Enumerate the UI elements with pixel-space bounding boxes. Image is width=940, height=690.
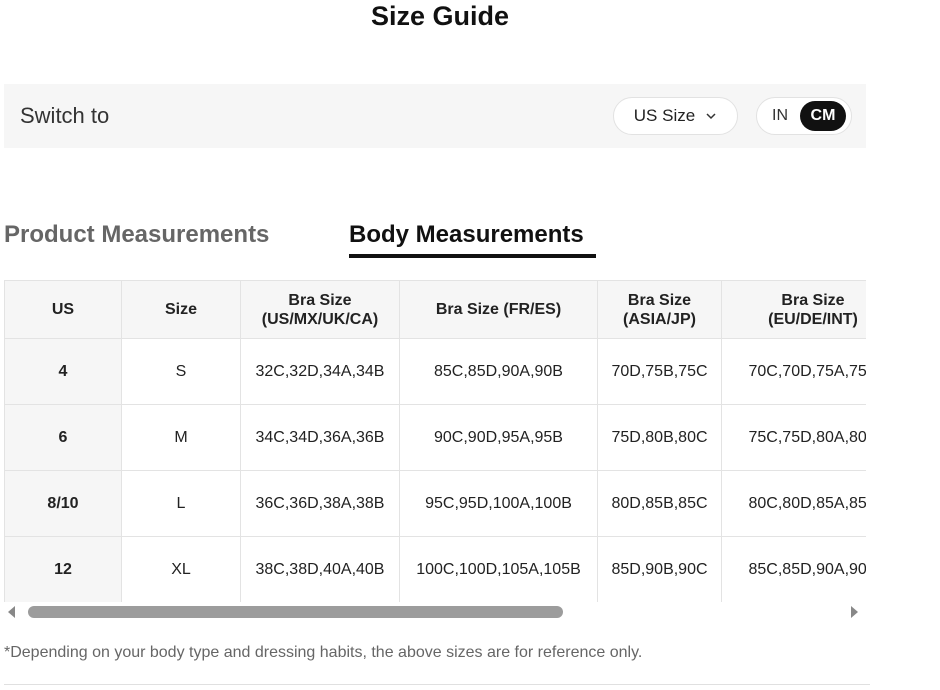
scrollbar-thumb[interactable]	[28, 606, 563, 618]
horizontal-scrollbar[interactable]	[4, 603, 866, 621]
page-title: Size Guide	[370, 1, 510, 31]
cell-size: M	[121, 404, 241, 471]
unit-cm-option[interactable]: CM	[800, 101, 846, 131]
divider	[4, 684, 870, 685]
chevron-down-icon	[706, 113, 716, 120]
cell-size: S	[121, 338, 241, 405]
header-us: US	[4, 280, 122, 339]
cell-bra-eu: 80C,80D,85A,85B	[721, 470, 866, 537]
cell-bra-asia: 80D,85B,85C	[597, 470, 722, 537]
cell-us: 4	[4, 338, 122, 405]
active-tab-underline	[349, 254, 596, 258]
cell-bra-us: 34C,34D,36A,36B	[240, 404, 400, 471]
cell-bra-fr: 95C,95D,100A,100B	[399, 470, 598, 537]
cell-us: 12	[4, 536, 122, 602]
cell-bra-fr: 100C,100D,105A,105B	[399, 536, 598, 602]
cell-bra-eu: 70C,70D,75A,75B	[721, 338, 866, 405]
unit-toggle[interactable]: IN CM	[756, 97, 852, 135]
cell-bra-asia: 70D,75B,75C	[597, 338, 722, 405]
table-header-row: US Size Bra Size (US/MX/UK/CA) Bra Size (…	[4, 280, 866, 339]
tab-product-measurements[interactable]: Product Measurements	[4, 218, 269, 252]
cell-bra-fr: 90C,90D,95A,95B	[399, 404, 598, 471]
size-system-select[interactable]: US Size	[613, 97, 738, 135]
cell-bra-us: 38C,38D,40A,40B	[240, 536, 400, 602]
switch-label: Switch to	[20, 103, 110, 128]
cell-bra-asia: 75D,80B,80C	[597, 404, 722, 471]
size-table: US Size Bra Size (US/MX/UK/CA) Bra Size (…	[4, 280, 866, 602]
table-row: 4 S 32C,32D,34A,34B 85C,85D,90A,90B 70D,…	[4, 338, 866, 405]
unit-in-option[interactable]: IN	[760, 101, 800, 131]
header-bra-asia: Bra Size (ASIA/JP)	[597, 280, 722, 339]
header-bra-eu: Bra Size (EU/DE/INT)	[721, 280, 866, 339]
cell-us: 6	[4, 404, 122, 471]
cell-bra-us: 36C,36D,38A,38B	[240, 470, 400, 537]
table-row: 12 XL 38C,38D,40A,40B 100C,100D,105A,105…	[4, 536, 866, 602]
cell-bra-eu: 75C,75D,80A,80B	[721, 404, 866, 471]
reference-note: *Depending on your body type and dressin…	[4, 644, 643, 661]
size-table-scroll-area[interactable]: US Size Bra Size (US/MX/UK/CA) Bra Size (…	[4, 280, 866, 602]
header-bra-us: Bra Size (US/MX/UK/CA)	[240, 280, 400, 339]
table-row: 6 M 34C,34D,36A,36B 90C,90D,95A,95B 75D,…	[4, 404, 866, 471]
measurement-tabs: Product Measurements Body Measurements	[0, 218, 880, 262]
cell-bra-eu: 85C,85D,90A,90B	[721, 536, 866, 602]
table-row: 8/10 L 36C,36D,38A,38B 95C,95D,100A,100B…	[4, 470, 866, 537]
scrollbar-track[interactable]	[26, 606, 846, 618]
cell-size: L	[121, 470, 241, 537]
header-bra-fr: Bra Size (FR/ES)	[399, 280, 598, 339]
size-system-value: US Size	[633, 106, 696, 125]
unit-switch-bar: Switch to US Size IN CM	[4, 84, 866, 148]
cell-bra-asia: 85D,90B,90C	[597, 536, 722, 602]
cell-us: 8/10	[4, 470, 122, 537]
scroll-right-arrow-icon[interactable]	[851, 606, 858, 618]
cell-bra-us: 32C,32D,34A,34B	[240, 338, 400, 405]
tab-body-measurements[interactable]: Body Measurements	[349, 218, 584, 252]
scroll-left-arrow-icon[interactable]	[8, 606, 15, 618]
cell-bra-fr: 85C,85D,90A,90B	[399, 338, 598, 405]
cell-size: XL	[121, 536, 241, 602]
header-size: Size	[121, 280, 241, 339]
